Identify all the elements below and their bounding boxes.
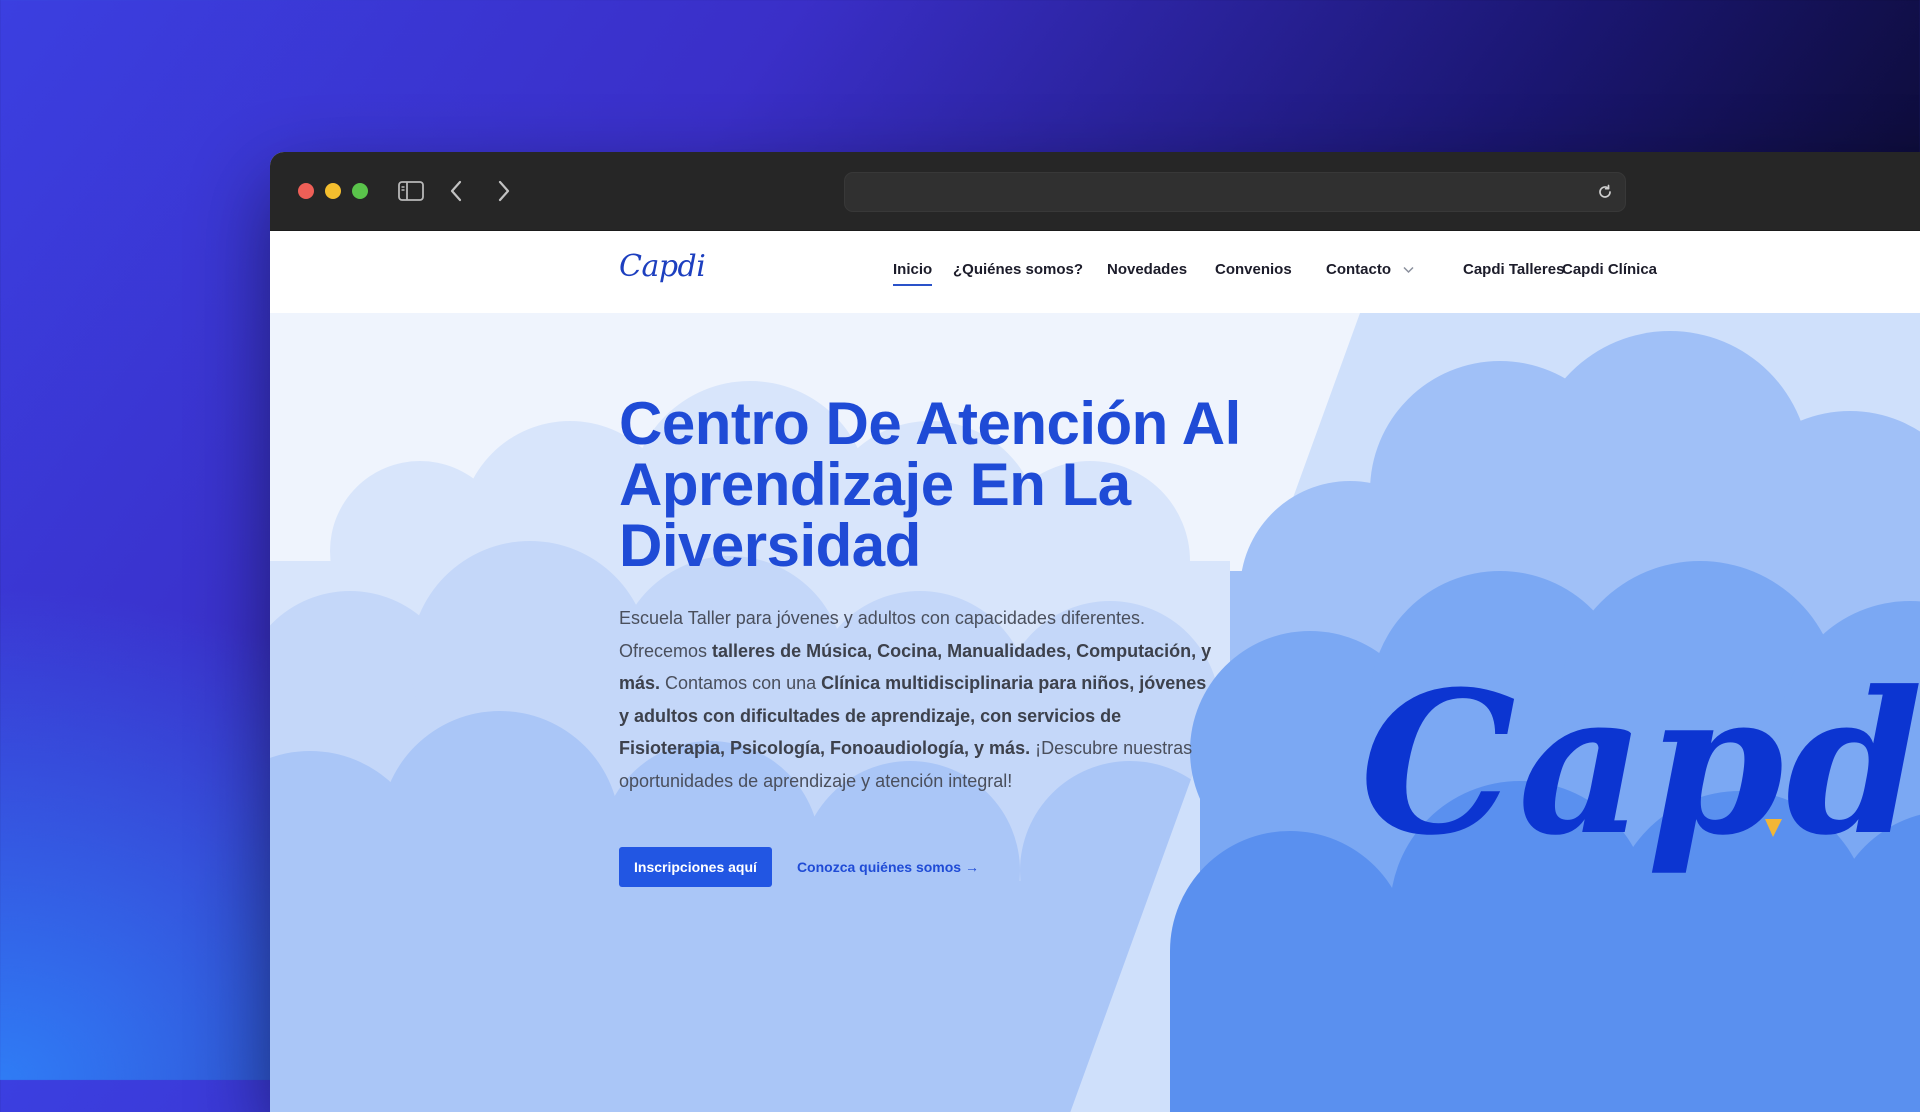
close-window-button[interactable] bbox=[298, 183, 314, 199]
cta-row: Inscripciones aquí Conozca quiénes somos… bbox=[619, 847, 1269, 887]
hero-section: Centro De Atención Al Aprendizaje En La … bbox=[619, 393, 1269, 887]
nav-item-contacto-label: Contacto bbox=[1326, 261, 1391, 278]
nav-item-contacto[interactable]: Contacto bbox=[1326, 261, 1414, 278]
inscripciones-button[interactable]: Inscripciones aquí bbox=[619, 847, 772, 887]
web-page: Capdi Inicio ¿Quiénes somos? Novedades C… bbox=[270, 231, 1920, 1112]
hero-desc-text-2: Contamos con una bbox=[660, 673, 822, 693]
site-logo[interactable]: Capdi bbox=[619, 249, 706, 284]
chevron-left-icon[interactable] bbox=[441, 176, 471, 206]
nav-item-quienes-somos[interactable]: ¿Quiénes somos? bbox=[953, 261, 1083, 278]
nav-item-capdi-clinica[interactable]: Capdi Clínica bbox=[1562, 261, 1657, 278]
nav-item-inicio[interactable]: Inicio bbox=[893, 261, 933, 286]
conozca-quienes-somos-link[interactable]: Conozca quiénes somos → bbox=[797, 859, 979, 875]
nav-item-convenios[interactable]: Convenios bbox=[1215, 261, 1292, 278]
browser-window: Capdi Inicio ¿Quiénes somos? Novedades C… bbox=[270, 152, 1920, 1112]
zoom-window-button[interactable] bbox=[352, 183, 368, 199]
hero-description: Escuela Taller para jóvenes y adultos co… bbox=[619, 602, 1219, 797]
chevron-right-icon[interactable] bbox=[489, 176, 519, 206]
sidebar-icon[interactable] bbox=[396, 176, 426, 206]
site-header: Capdi Inicio ¿Quiénes somos? Novedades C… bbox=[270, 231, 1920, 313]
brand-logo: Capdi bbox=[1360, 649, 1920, 879]
reload-icon[interactable] bbox=[1595, 182, 1615, 202]
hero-title: Centro De Atención Al Aprendizaje En La … bbox=[619, 390, 1241, 579]
minimize-window-button[interactable] bbox=[325, 183, 341, 199]
nav-item-novedades[interactable]: Novedades bbox=[1107, 261, 1187, 278]
browser-toolbar bbox=[270, 152, 1920, 231]
nav-item-capdi-talleres[interactable]: Capdi Talleres bbox=[1463, 261, 1564, 278]
address-bar[interactable] bbox=[844, 172, 1626, 212]
chevron-down-icon bbox=[1403, 267, 1414, 274]
